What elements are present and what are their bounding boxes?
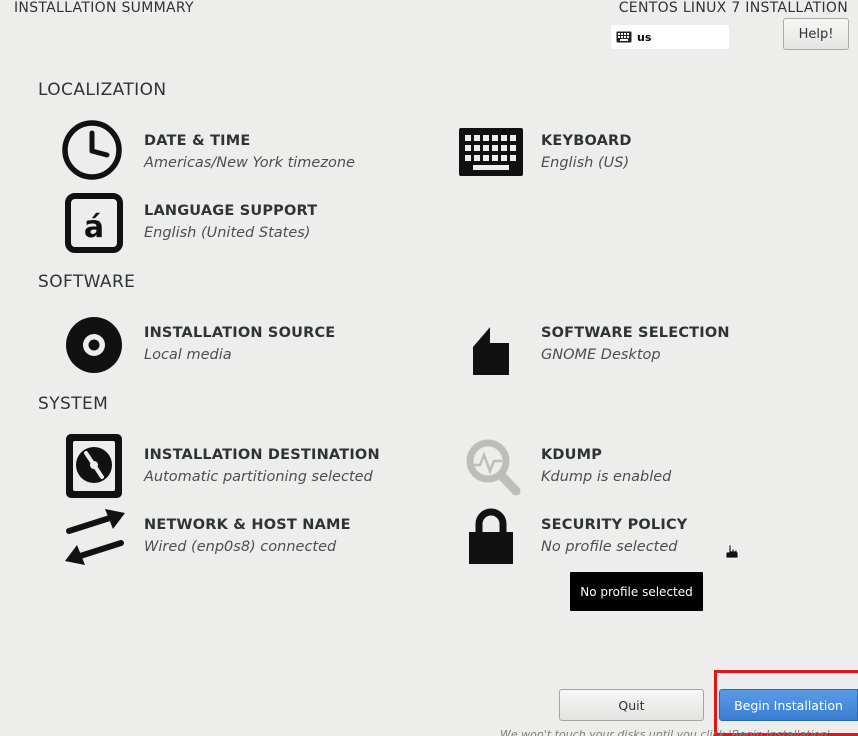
spoke-keyboard[interactable]: KEYBOARD English (US) bbox=[455, 118, 835, 184]
spoke-status: Americas/New York timezone bbox=[144, 155, 355, 171]
lock-icon bbox=[463, 506, 519, 566]
spoke-status: Kdump is enabled bbox=[541, 469, 672, 485]
spoke-network-host-name[interactable]: NETWORK & HOST NAME Wired (enp0s8) conne… bbox=[58, 504, 438, 570]
magnifier-icon bbox=[463, 436, 523, 498]
spoke-status: Wired (enp0s8) connected bbox=[144, 539, 337, 555]
svg-text:á: á bbox=[84, 210, 104, 245]
spoke-installation-source[interactable]: INSTALLATION SOURCE Local media bbox=[58, 312, 438, 378]
spoke-title: NETWORK & HOST NAME bbox=[144, 517, 351, 533]
package-icon bbox=[467, 322, 515, 378]
spoke-status: English (United States) bbox=[144, 225, 311, 241]
spoke-title: SOFTWARE SELECTION bbox=[541, 325, 730, 341]
spoke-status: No profile selected bbox=[541, 539, 678, 555]
keyboard-icon bbox=[457, 126, 525, 178]
keyboard-small-icon bbox=[616, 28, 632, 47]
highlight-box bbox=[714, 670, 858, 736]
footer-note: We won't touch your disks until you clic… bbox=[500, 728, 834, 736]
section-title-software: SOFTWARE bbox=[38, 272, 136, 292]
product-title: CENTOS LINUX 7 INSTALLATION bbox=[618, 0, 848, 16]
spoke-status: Local media bbox=[144, 347, 232, 363]
spoke-software-selection[interactable]: SOFTWARE SELECTION GNOME Desktop bbox=[455, 312, 835, 378]
page-title: INSTALLATION SUMMARY bbox=[14, 0, 194, 16]
spoke-kdump[interactable]: KDUMP Kdump is enabled bbox=[455, 432, 835, 500]
spoke-language-support[interactable]: á LANGUAGE SUPPORT English (United State… bbox=[58, 190, 438, 256]
keyboard-layout-label: us bbox=[637, 30, 652, 44]
quit-button[interactable]: Quit bbox=[559, 689, 704, 721]
language-icon: á bbox=[64, 192, 124, 254]
section-title-system: SYSTEM bbox=[38, 394, 109, 414]
section-title-localization: LOCALIZATION bbox=[38, 80, 167, 100]
spoke-title: INSTALLATION DESTINATION bbox=[144, 447, 380, 463]
spoke-status: GNOME Desktop bbox=[541, 347, 661, 363]
spoke-title: DATE & TIME bbox=[144, 133, 251, 149]
hard-drive-icon bbox=[64, 432, 124, 500]
spoke-title: SECURITY POLICY bbox=[541, 517, 688, 533]
spoke-status: Automatic partitioning selected bbox=[144, 469, 373, 485]
spoke-title: INSTALLATION SOURCE bbox=[144, 325, 336, 341]
spoke-date-time[interactable]: DATE & TIME Americas/New York timezone bbox=[58, 118, 438, 184]
keyboard-layout-indicator[interactable]: us bbox=[611, 25, 729, 49]
spoke-title: LANGUAGE SUPPORT bbox=[144, 203, 318, 219]
help-button[interactable]: Help! bbox=[783, 18, 849, 50]
clock-icon bbox=[60, 118, 124, 182]
spoke-security-policy[interactable]: SECURITY POLICY No profile selected bbox=[455, 504, 835, 570]
spoke-title: KDUMP bbox=[541, 447, 603, 463]
spoke-installation-destination[interactable]: INSTALLATION DESTINATION Automatic parti… bbox=[58, 432, 438, 500]
network-arrows-icon bbox=[62, 506, 128, 568]
hand-cursor-icon bbox=[724, 544, 740, 564]
disc-icon bbox=[64, 314, 124, 376]
spoke-status: English (US) bbox=[541, 155, 630, 171]
tooltip: No profile selected bbox=[570, 572, 703, 611]
spoke-title: KEYBOARD bbox=[541, 133, 632, 149]
